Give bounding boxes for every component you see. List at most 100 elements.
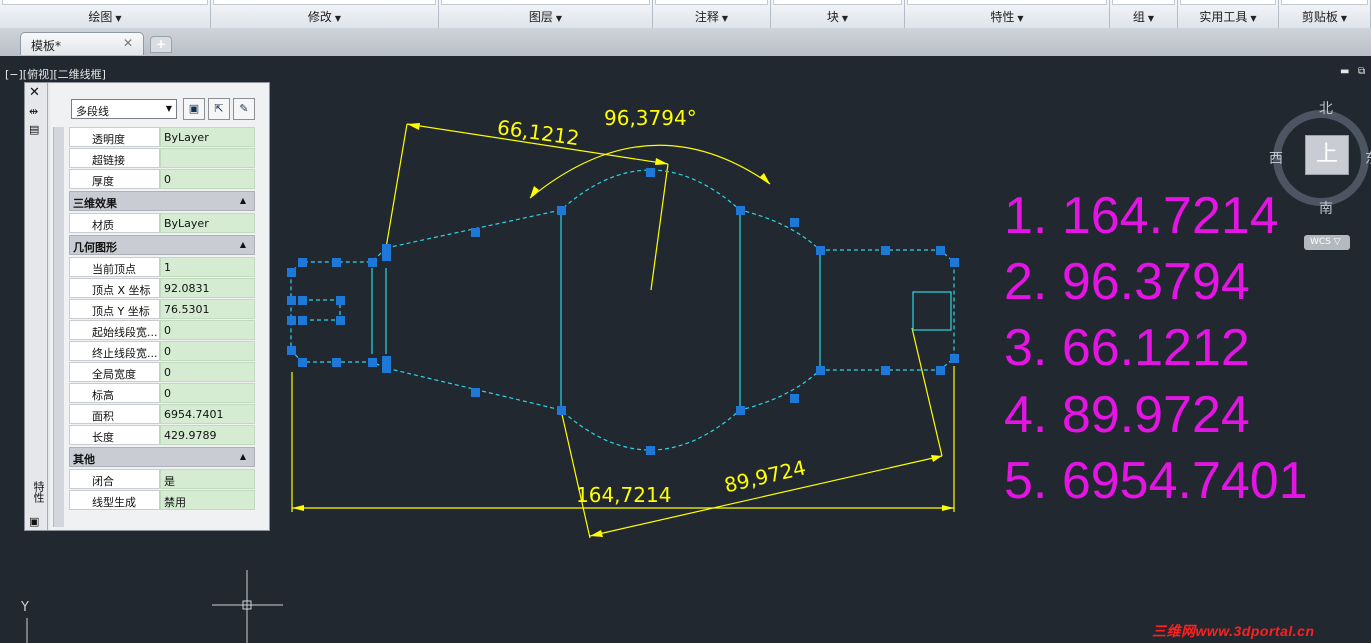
category-3d-effects[interactable]: 三维效果 ▲ (69, 191, 255, 211)
collapse-icon[interactable]: ▲ (240, 240, 246, 249)
category-geometry[interactable]: 几何图形 ▲ (69, 235, 255, 255)
grip-marker[interactable] (950, 354, 959, 363)
grip-marker[interactable] (336, 316, 345, 325)
palette-title-bar[interactable]: ✕ ⇹ ▤ 特性 ▣ (25, 83, 48, 530)
property-value[interactable]: 1 (160, 257, 255, 277)
viewport-label[interactable]: [−][俯视][二维线框] (5, 66, 106, 82)
minimize-viewport-icon[interactable]: ▬ (1340, 66, 1349, 77)
grip-marker[interactable] (368, 358, 377, 367)
category-misc[interactable]: 其他 ▲ (69, 447, 255, 467)
grip-marker[interactable] (382, 244, 391, 253)
grip-marker[interactable] (336, 296, 345, 305)
property-row[interactable]: 超链接 (69, 148, 255, 168)
grip-marker[interactable] (382, 356, 391, 365)
collapse-icon[interactable]: ▲ (240, 452, 246, 461)
grip-marker[interactable] (287, 346, 296, 355)
grip-marker[interactable] (471, 388, 480, 397)
grip-marker[interactable] (298, 258, 307, 267)
property-value[interactable]: 0 (160, 362, 255, 382)
restore-viewport-icon[interactable]: ⧉ (1358, 66, 1365, 77)
property-row[interactable]: 线型生成 禁用 (69, 490, 255, 510)
property-value[interactable]: ByLayer (160, 127, 255, 147)
viewcube[interactable]: 上 北 南 西 东 (1269, 101, 1371, 217)
property-row[interactable]: 厚度 0 (69, 169, 255, 189)
property-row[interactable]: 闭合是 (69, 469, 255, 489)
grip-marker[interactable] (950, 258, 959, 267)
property-row[interactable]: 顶点 X 坐标 92.0831 (69, 278, 255, 298)
compass-west[interactable]: 西 (1269, 148, 1283, 168)
palette-menu-icon[interactable]: ▣ (29, 515, 39, 528)
grip-marker[interactable] (557, 206, 566, 215)
grip-marker[interactable] (287, 316, 296, 325)
viewcube-top-face[interactable]: 上 (1305, 135, 1349, 175)
object-type-select[interactable]: 多段线 ▼ (71, 99, 177, 119)
grip-marker[interactable] (298, 296, 307, 305)
grip-marker[interactable] (298, 358, 307, 367)
grip-marker[interactable] (816, 246, 825, 255)
grip-marker[interactable] (646, 168, 655, 177)
grip-marker[interactable] (287, 296, 296, 305)
palette-properties-icon[interactable]: ▤ (29, 123, 39, 136)
compass-south[interactable]: 南 (1319, 198, 1333, 218)
grip-marker[interactable] (557, 406, 566, 415)
property-value[interactable]: 92.0831 (160, 278, 255, 298)
grip-marker[interactable] (881, 366, 890, 375)
property-value[interactable]: 是 (160, 469, 255, 489)
compass-east[interactable]: 东 (1365, 148, 1371, 168)
grip-marker[interactable] (936, 366, 945, 375)
quick-select-icon[interactable]: ✎ (233, 98, 255, 120)
property-row[interactable]: 材质 ByLayer (69, 213, 255, 233)
grip-marker[interactable] (736, 206, 745, 215)
property-value[interactable]: 0 (160, 341, 255, 361)
property-row[interactable]: 标高 0 (69, 383, 255, 403)
close-palette-icon[interactable]: ✕ (29, 85, 40, 100)
grip-marker[interactable] (816, 366, 825, 375)
polyline-geometry (371, 210, 952, 410)
toggle-pickadd-icon[interactable]: ▣ (183, 98, 205, 120)
grip-marker[interactable] (736, 406, 745, 415)
property-value[interactable]: 76.5301 (160, 299, 255, 319)
grip-marker[interactable] (790, 218, 799, 227)
grip-marker[interactable] (790, 394, 799, 403)
wcs-menu[interactable]: WCS ▽ (1304, 235, 1350, 250)
property-value[interactable]: 0 (160, 383, 255, 403)
property-row[interactable]: 顶点 Y 坐标 76.5301 (69, 299, 255, 319)
property-row[interactable]: 长度 429.9789 (69, 425, 255, 445)
category-label: 几何图形 (73, 241, 117, 254)
property-name: 面积 (69, 404, 160, 424)
property-value[interactable]: 禁用 (160, 490, 255, 510)
property-value[interactable]: 0 (160, 169, 255, 189)
grip-marker[interactable] (382, 252, 391, 261)
property-row[interactable]: 终止线段宽... 0 (69, 341, 255, 361)
collapse-icon[interactable]: ▲ (240, 196, 246, 205)
grip-marker[interactable] (936, 246, 945, 255)
property-row[interactable]: 当前顶点 1 (69, 257, 255, 277)
grip-marker[interactable] (368, 258, 377, 267)
property-value[interactable]: 0 (160, 320, 255, 340)
property-row[interactable]: 全局宽度 0 (69, 362, 255, 382)
auto-hide-icon[interactable]: ⇹ (29, 105, 38, 118)
property-value[interactable]: ByLayer (160, 213, 255, 233)
property-row[interactable]: 面积 6954.7401 (69, 404, 255, 424)
property-row[interactable]: 透明度 ByLayer (69, 127, 255, 147)
select-objects-icon[interactable]: ⇱ (208, 98, 230, 120)
compass-north[interactable]: 北 (1319, 98, 1333, 118)
property-name: 当前顶点 (69, 257, 160, 277)
grip-marker[interactable] (298, 316, 307, 325)
property-value[interactable]: 6954.7401 (160, 404, 255, 424)
grip-marker[interactable] (332, 358, 341, 367)
grip-marker[interactable] (646, 446, 655, 455)
property-row[interactable]: 起始线段宽... 0 (69, 320, 255, 340)
property-value[interactable]: 429.9789 (160, 425, 255, 445)
grip-marker[interactable] (382, 364, 391, 373)
ucs-icon (26, 570, 283, 643)
grip-marker[interactable] (287, 268, 296, 277)
watermark: 三维网www.3dportal.cn (1152, 623, 1315, 639)
grip-marker[interactable] (881, 246, 890, 255)
palette-scrollbar[interactable] (53, 127, 64, 527)
grip-marker[interactable] (471, 228, 480, 237)
dimension-lines (291, 123, 955, 539)
property-name: 顶点 X 坐标 (69, 278, 160, 298)
grip-marker[interactable] (332, 258, 341, 267)
property-value[interactable] (160, 148, 255, 168)
